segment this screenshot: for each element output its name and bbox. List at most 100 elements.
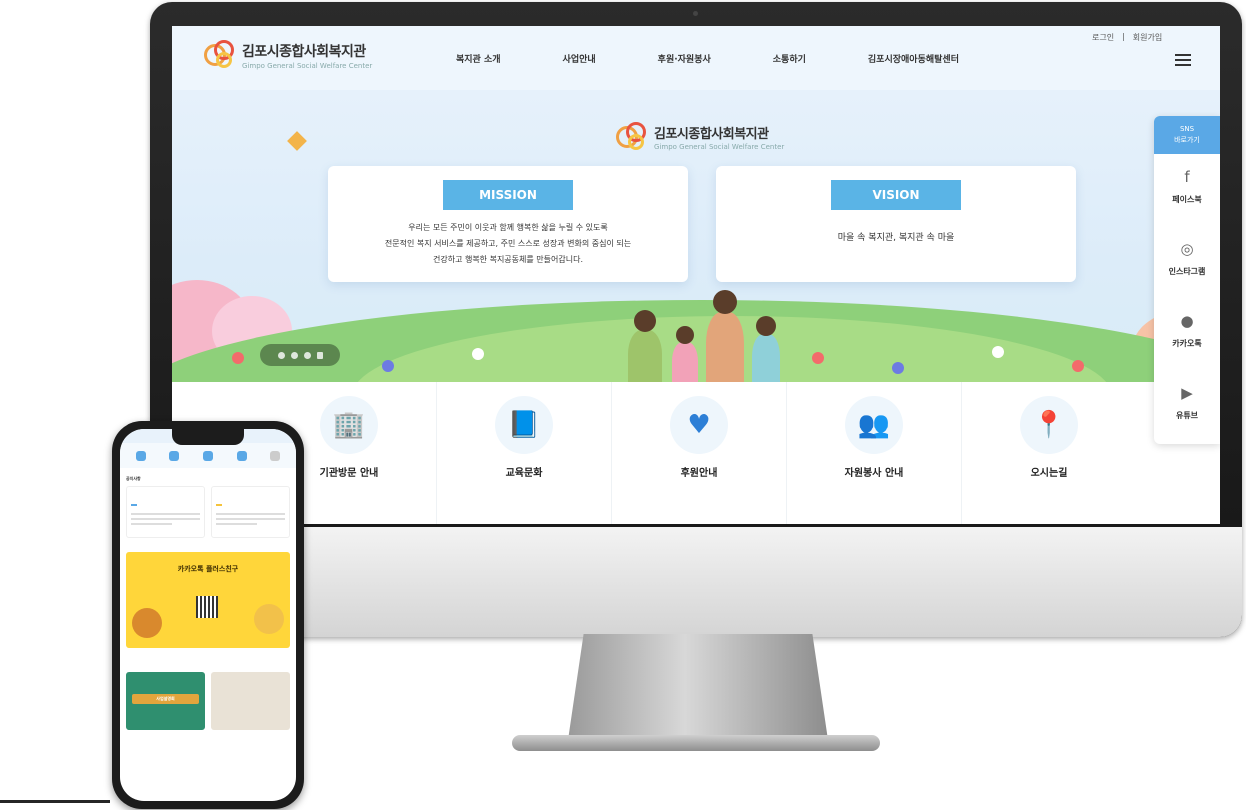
quick-education-label: 교육문화 xyxy=(505,468,543,479)
quick-menu: 🏢 기관방문 안내 📘 교육문화 ♥ 후원안내 👥 자원봉사 안내 📍 오시는길 xyxy=(172,382,1220,524)
logo-subtitle: Gimpo General Social Welfare Center xyxy=(242,61,373,70)
flower xyxy=(1072,360,1084,372)
instagram-icon: ◎ xyxy=(1180,240,1194,258)
phone-kakao-title: 카카오톡 플러스친구 xyxy=(177,565,239,573)
sns-facebook[interactable]: f 페이스북 xyxy=(1154,154,1220,226)
nav-about[interactable]: 복지관 소개 xyxy=(456,52,501,65)
bear-character-icon xyxy=(132,608,162,638)
character-icon xyxy=(254,604,284,634)
slider-dot-1[interactable] xyxy=(277,351,285,359)
phone-banner-label: 사업설명회 xyxy=(132,694,199,704)
phone-menu-item[interactable] xyxy=(159,451,189,464)
nav-business[interactable]: 사업안내 xyxy=(563,52,596,65)
pause-icon[interactable] xyxy=(316,351,323,359)
nav-center[interactable]: 김포시장애아동해탈센터 xyxy=(868,52,959,65)
site-logo[interactable]: 김포시종합사회복지관 Gimpo General Social Welfare … xyxy=(202,38,372,72)
vision-label: VISION xyxy=(831,180,961,210)
site-header: 김포시종합사회복지관 Gimpo General Social Welfare … xyxy=(172,26,1220,90)
logo-mark-icon xyxy=(202,38,236,72)
sns-sidebar: SNS 바로가기 f 페이스북 ◎ 인스타그램 ● 카카오톡 ▶ 유튜브 xyxy=(1154,116,1220,444)
phone-notice-card[interactable] xyxy=(126,486,205,538)
logo-title: 김포시종합사회복지관 xyxy=(242,43,366,60)
util-divider: | xyxy=(1122,32,1125,41)
quick-donation-label: 후원안내 xyxy=(680,468,718,479)
sns-instagram[interactable]: ◎ 인스타그램 xyxy=(1154,226,1220,298)
monitor-chin xyxy=(150,527,1242,637)
flower xyxy=(992,346,1004,358)
flower xyxy=(812,352,824,364)
phone-notice-title: 공지사항 xyxy=(126,476,141,481)
quick-volunteer-label: 자원봉사 안내 xyxy=(844,468,904,479)
phone-menu-item[interactable] xyxy=(260,451,290,464)
phone-menu-item[interactable] xyxy=(193,451,223,464)
mission-card: MISSION 우리는 모든 주민이 이웃과 함께 행복한 삶을 누릴 수 있도… xyxy=(328,166,688,282)
flower xyxy=(472,348,484,360)
floor-shadow xyxy=(0,800,110,803)
monitor-camera xyxy=(693,11,698,16)
nav-support[interactable]: 후원·자원봉사 xyxy=(658,52,711,65)
phone-menu-item[interactable] xyxy=(126,451,156,464)
book-icon: 📘 xyxy=(495,396,553,454)
phone-gallery-thumb[interactable]: 사업설명회 xyxy=(126,672,205,730)
quick-donation[interactable]: ♥ 후원안내 xyxy=(612,382,787,524)
util-links: 로그인 | 회원가입 xyxy=(1092,32,1162,43)
quick-directions-label: 오시는길 xyxy=(1030,468,1068,479)
phone-menu-item[interactable] xyxy=(227,451,257,464)
flower xyxy=(382,360,394,372)
sns-subtitle: 바로가기 xyxy=(1174,136,1200,144)
sns-youtube[interactable]: ▶ 유튜브 xyxy=(1154,370,1220,442)
phone-screen: 공지사항 카카오톡 플러스친구 사업설명회 xyxy=(120,429,296,801)
heart-icon: ♥ xyxy=(670,396,728,454)
flower xyxy=(232,352,244,364)
sns-title: SNS xyxy=(1179,125,1195,133)
hero-logo-mark-icon xyxy=(614,120,648,154)
quick-directions[interactable]: 📍 오시는길 xyxy=(962,382,1136,524)
slider-dot-3[interactable] xyxy=(303,351,311,359)
mission-line-2: 전문적인 복지 서비스를 제공하고, 주민 스스로 성장과 변화의 중심이 되는 xyxy=(384,239,632,248)
people-icon: 👥 xyxy=(845,396,903,454)
vision-text: 마을 속 복지관, 복지관 속 마을 xyxy=(837,233,955,243)
youtube-icon: ▶ xyxy=(1181,384,1193,402)
signup-link[interactable]: 회원가입 xyxy=(1133,32,1162,43)
hero-banner: 김포시종합사회복지관 Gimpo General Social Welfare … xyxy=(172,90,1220,382)
phone-quick-menu xyxy=(120,443,296,468)
hero-logo: 김포시종합사회복지관 Gimpo General Social Welfare … xyxy=(614,120,784,154)
sns-instagram-label: 인스타그램 xyxy=(1168,267,1206,276)
phone-notch xyxy=(172,429,244,445)
login-link[interactable]: 로그인 xyxy=(1092,32,1114,43)
nav-community[interactable]: 소통하기 xyxy=(773,52,806,65)
sns-facebook-label: 페이스북 xyxy=(1172,195,1202,204)
map-pin-icon: 📍 xyxy=(1020,396,1078,454)
mission-text: 우리는 모든 주민이 이웃과 함께 행복한 삶을 누릴 수 있도록 전문적인 복… xyxy=(328,220,688,268)
hero-logo-subtitle: Gimpo General Social Welfare Center xyxy=(654,143,785,151)
flower xyxy=(892,362,904,374)
monitor-stand-base xyxy=(512,735,880,751)
monitor-stand xyxy=(568,634,828,740)
mission-line-1: 우리는 모든 주민이 이웃과 함께 행복한 삶을 누릴 수 있도록 xyxy=(408,223,608,232)
facebook-icon: f xyxy=(1184,168,1190,186)
phone-frame: 공지사항 카카오톡 플러스친구 사업설명회 xyxy=(112,421,304,809)
mission-label: MISSION xyxy=(443,180,573,210)
kakaotalk-icon: ● xyxy=(1180,312,1194,330)
slider-pagination xyxy=(260,344,340,366)
phone-kakao-banner[interactable]: 카카오톡 플러스친구 xyxy=(126,552,290,648)
phone-gallery-title xyxy=(120,648,296,672)
sns-kakaotalk[interactable]: ● 카카오톡 xyxy=(1154,298,1220,370)
website-screen: 김포시종합사회복지관 Gimpo General Social Welfare … xyxy=(172,26,1220,524)
slider-dot-2[interactable] xyxy=(290,351,298,359)
sns-header: SNS 바로가기 xyxy=(1154,116,1220,154)
quick-volunteer[interactable]: 👥 자원봉사 안내 xyxy=(787,382,962,524)
phone-gallery-thumb[interactable] xyxy=(211,672,290,730)
phone-notice-card[interactable] xyxy=(211,486,290,538)
quick-education[interactable]: 📘 교육문화 xyxy=(437,382,612,524)
menu-icon[interactable] xyxy=(1175,54,1191,66)
phone-notice-tag xyxy=(131,504,137,506)
mission-line-3: 건강하고 행복한 복지공동체를 만들어갑니다. xyxy=(432,255,583,264)
qr-code-icon xyxy=(196,596,218,618)
main-nav: 복지관 소개 사업안내 후원·자원봉사 소통하기 김포시장애아동해탈센터 xyxy=(456,52,1021,65)
phone-notice-tag xyxy=(216,504,222,506)
sns-youtube-label: 유튜브 xyxy=(1175,411,1199,420)
family-illustration xyxy=(602,270,792,382)
kite-illustration xyxy=(287,131,307,151)
sns-kakaotalk-label: 카카오톡 xyxy=(1172,339,1202,348)
